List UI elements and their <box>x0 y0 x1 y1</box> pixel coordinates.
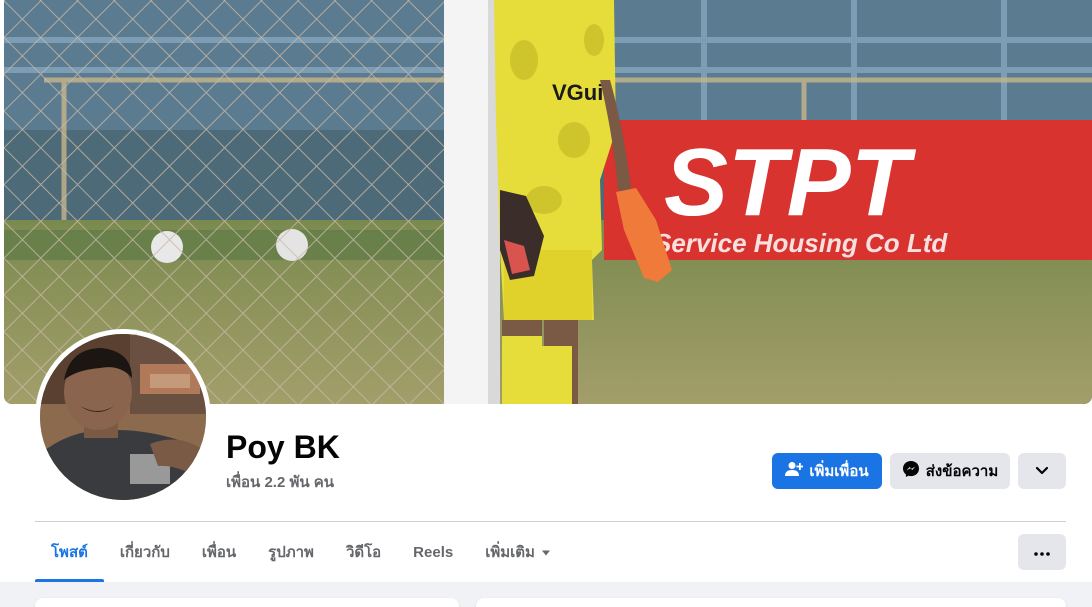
tab-label: เพิ่มเติม <box>485 544 535 561</box>
tab-label: วิดีโอ <box>345 544 382 561</box>
tab-reels[interactable]: Reels <box>397 522 469 582</box>
tab-label: รูปภาพ <box>268 544 314 561</box>
caret-down-icon <box>541 544 551 561</box>
tab-friends[interactable]: เพื่อน <box>186 522 252 582</box>
add-friend-label: เพิ่มเพื่อน <box>809 463 869 480</box>
tab-about[interactable]: เกี่ยวกับ <box>104 522 186 582</box>
add-friend-button[interactable]: เพิ่มเพื่อน <box>772 453 882 489</box>
tab-more[interactable]: เพิ่มเติม <box>469 522 567 582</box>
messenger-icon <box>902 460 920 482</box>
profile-header: STPT Service Housing Co Ltd VGuit Poy BK… <box>0 0 1092 582</box>
tab-label: Reels <box>413 543 454 561</box>
profile-name: Poy BK <box>226 429 340 465</box>
tab-label: เพื่อน <box>201 544 237 561</box>
banner-subtext: Service Housing Co Ltd <box>654 228 948 258</box>
tab-videos[interactable]: วิดีโอ <box>330 522 397 582</box>
tab-label: โพสต์ <box>51 544 88 561</box>
avatar[interactable] <box>40 334 206 500</box>
friends-count[interactable]: เพื่อน 2.2 พัน คน <box>226 470 334 494</box>
intro-card <box>35 598 459 607</box>
chevron-down-icon <box>1035 463 1049 480</box>
tab-posts[interactable]: โพสต์ <box>35 522 104 582</box>
more-dots-icon <box>1034 543 1050 561</box>
feed-card <box>476 598 1066 607</box>
message-label: ส่งข้อความ <box>925 463 999 480</box>
message-button[interactable]: ส่งข้อความ <box>890 453 1010 489</box>
tab-label: เกี่ยวกับ <box>119 544 170 561</box>
tab-photos[interactable]: รูปภาพ <box>252 522 330 582</box>
add-user-icon <box>785 461 804 481</box>
expand-button[interactable] <box>1018 453 1066 489</box>
profile-tabs: โพสต์ เกี่ยวกับ เพื่อน รูปภาพ วิดีโอ Ree… <box>35 522 567 582</box>
more-options-button[interactable] <box>1018 534 1066 570</box>
profile-page: STPT Service Housing Co Ltd VGuit Poy BK… <box>0 0 1092 607</box>
banner-text: STPT <box>664 129 917 236</box>
